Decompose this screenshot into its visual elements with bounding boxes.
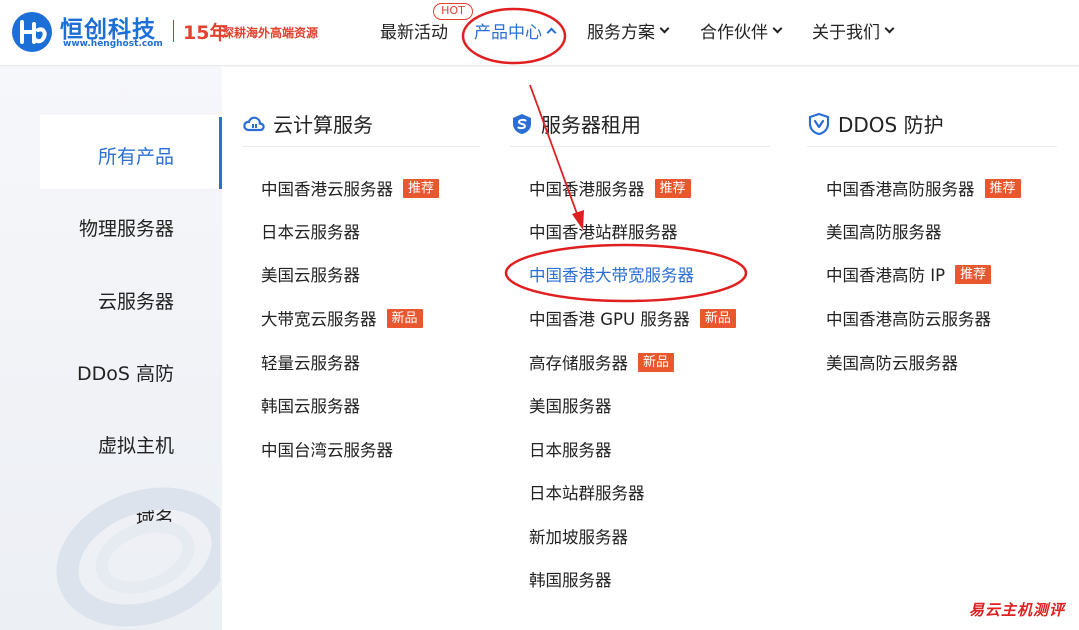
product-link[interactable]: 中国香港 GPU 服务器 新品: [529, 306, 736, 330]
chevron-up-icon: [546, 27, 557, 37]
nav-label: 最新活动: [380, 23, 448, 43]
nav-label: 服务方案: [587, 23, 655, 43]
product-label: 日本云服务器: [261, 223, 360, 242]
product-label: 美国云服务器: [261, 266, 360, 285]
new-tag: 新品: [386, 308, 423, 328]
product-label: 日本站群服务器: [529, 484, 645, 503]
column-header-cloud: 云计算服务: [242, 109, 373, 138]
product-label: 韩国云服务器: [261, 397, 360, 416]
server-shield-icon: [513, 113, 531, 134]
recommend-tag: 推荐: [984, 178, 1021, 198]
product-category-sidebar: 所有产品 物理服务器 云服务器 DDoS 高防 虚拟主机 域名: [0, 67, 222, 630]
logo-url: www.henghost.com: [63, 39, 163, 49]
nav-about-us[interactable]: 关于我们: [812, 18, 895, 43]
product-label: 高存储服务器: [529, 354, 628, 373]
watermark-text: 易云主机测评: [968, 601, 1065, 619]
product-link[interactable]: 中国香港高防 IP 推荐: [826, 262, 992, 286]
logo-divider: [173, 20, 174, 42]
product-menu-panel: 云计算服务 中国香港云服务器 推荐 日本云服务器 美国云服务器 大带宽云服务器 …: [222, 67, 1079, 630]
recommend-tag: 推荐: [654, 178, 691, 198]
product-link[interactable]: 美国服务器: [529, 393, 612, 417]
product-link[interactable]: 美国云服务器: [261, 262, 360, 286]
recommend-tag: 推荐: [403, 178, 440, 198]
product-label: 美国服务器: [529, 397, 612, 416]
product-label: 中国香港云服务器: [261, 180, 393, 199]
logo-slogan: 深耕海外高端资源: [222, 26, 319, 40]
product-link[interactable]: 日本站群服务器: [529, 480, 645, 504]
sidebar-item-physical-servers[interactable]: 物理服务器: [79, 214, 174, 241]
product-link-hk-high-bandwidth[interactable]: 中国香港大带宽服务器: [529, 262, 694, 286]
nav-label: 关于我们: [812, 23, 880, 43]
product-label: 中国香港服务器: [529, 180, 645, 199]
product-link[interactable]: 美国高防云服务器: [826, 350, 958, 374]
chevron-down-icon: [659, 23, 670, 34]
product-link[interactable]: 高存储服务器 新品: [529, 350, 675, 374]
logo-mark-icon: [12, 12, 52, 52]
decorative-ring-graphic: [56, 487, 220, 627]
product-link[interactable]: 中国香港高防云服务器: [826, 306, 991, 330]
product-link[interactable]: 韩国服务器: [529, 567, 612, 591]
product-link[interactable]: 日本云服务器: [261, 219, 360, 243]
chevron-down-icon: [884, 23, 895, 34]
column-header-ddos: DDOS 防护: [807, 109, 944, 138]
product-label: 中国台湾云服务器: [261, 441, 393, 460]
product-label: 韩国服务器: [529, 571, 612, 590]
column-title: 服务器租用: [541, 113, 641, 137]
product-label: 中国香港站群服务器: [529, 223, 678, 242]
nav-service-solutions[interactable]: 服务方案: [587, 18, 670, 43]
product-link[interactable]: 日本服务器: [529, 437, 612, 461]
column-header-server-rental: 服务器租用: [510, 109, 641, 138]
recommend-tag: 推荐: [955, 264, 992, 284]
product-label: 中国香港高防 IP: [826, 266, 946, 285]
product-link[interactable]: 大带宽云服务器 新品: [261, 306, 423, 330]
product-label: 日本服务器: [529, 441, 612, 460]
nav-product-center[interactable]: 产品中心: [474, 18, 557, 43]
top-header: 恒创科技 www.henghost.com 15年 深耕海外高端资源 HOT 最…: [0, 0, 1079, 66]
column-divider: [242, 146, 480, 147]
sidebar-item-cloud-servers[interactable]: 云服务器: [98, 287, 174, 314]
product-link[interactable]: 中国香港服务器 推荐: [529, 176, 691, 200]
product-label: 美国高防服务器: [826, 223, 942, 242]
nav-label: 产品中心: [474, 23, 542, 43]
product-link[interactable]: 轻量云服务器: [261, 350, 360, 374]
new-tag: 新品: [638, 352, 675, 372]
product-link[interactable]: 新加坡服务器: [529, 524, 628, 548]
column-divider: [510, 146, 770, 147]
product-label: 新加坡服务器: [529, 528, 628, 547]
product-label: 美国高防云服务器: [826, 354, 958, 373]
column-title: DDOS 防护: [838, 113, 944, 137]
nav-label: 合作伙伴: [700, 23, 768, 43]
shield-icon: [808, 112, 830, 135]
product-link[interactable]: 中国台湾云服务器: [261, 437, 393, 461]
site-logo[interactable]: 恒创科技 www.henghost.com: [10, 8, 170, 56]
chevron-down-icon: [772, 23, 783, 34]
product-link[interactable]: 中国香港高防服务器 推荐: [826, 176, 1021, 200]
sidebar-item-virtual-hosting[interactable]: 虚拟主机: [98, 431, 174, 458]
product-label: 轻量云服务器: [261, 354, 360, 373]
product-link[interactable]: 中国香港站群服务器: [529, 219, 678, 243]
product-link[interactable]: 中国香港云服务器 推荐: [261, 176, 440, 200]
product-link[interactable]: 美国高防服务器: [826, 219, 942, 243]
product-label: 中国香港大带宽服务器: [529, 266, 694, 285]
product-label: 中国香港高防服务器: [826, 180, 975, 199]
product-label: 中国香港高防云服务器: [826, 310, 991, 329]
nav-partners[interactable]: 合作伙伴: [700, 18, 783, 43]
product-label: 大带宽云服务器: [261, 310, 377, 329]
nav-latest-activity[interactable]: 最新活动: [380, 18, 448, 43]
product-link[interactable]: 韩国云服务器: [261, 393, 360, 417]
column-title: 云计算服务: [273, 113, 373, 137]
sidebar-item-ddos[interactable]: DDoS 高防: [77, 359, 174, 386]
new-tag: 新品: [699, 308, 736, 328]
column-divider: [807, 146, 1057, 147]
sidebar-item-all-products[interactable]: 所有产品: [98, 142, 174, 169]
cloud-icon: [243, 116, 265, 131]
product-label: 中国香港 GPU 服务器: [529, 310, 690, 329]
